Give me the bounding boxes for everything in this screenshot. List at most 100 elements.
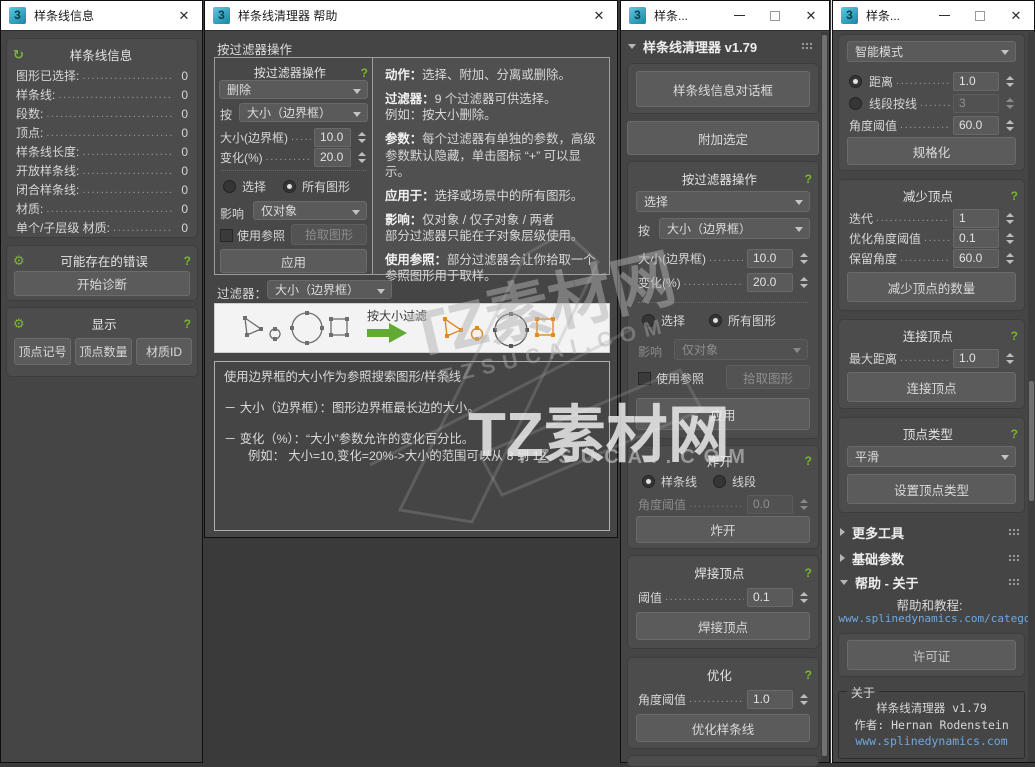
set-vertex-type-button[interactable]: 设置顶点类型 bbox=[847, 474, 1016, 504]
spinner[interactable] bbox=[1003, 249, 1016, 268]
threshold-field[interactable]: 0.1 bbox=[747, 588, 793, 607]
variation-field[interactable]: 20.0 bbox=[314, 148, 351, 167]
spinner[interactable] bbox=[1003, 349, 1016, 368]
segment-radio[interactable] bbox=[713, 475, 726, 488]
spinner[interactable] bbox=[1003, 229, 1016, 248]
variation-field[interactable]: 20.0 bbox=[747, 273, 793, 292]
selection-radio[interactable] bbox=[642, 314, 655, 327]
site-link[interactable]: www.splinedynamics.com bbox=[839, 734, 1024, 748]
help-icon[interactable]: ? bbox=[1011, 427, 1018, 441]
help-icon[interactable]: ? bbox=[1011, 329, 1018, 343]
keep-angle-field[interactable]: 60.0 bbox=[953, 249, 999, 268]
size-field[interactable]: 10.0 bbox=[314, 128, 351, 147]
filter-type-dropdown[interactable]: 大小（边界框） bbox=[659, 218, 810, 239]
spline-info-dialog-button[interactable]: 样条线信息对话框 bbox=[636, 71, 810, 107]
refresh-icon[interactable]: ↻ bbox=[13, 48, 24, 61]
all-shapes-radio[interactable] bbox=[283, 180, 296, 193]
size-field[interactable]: 10.0 bbox=[747, 249, 793, 268]
minimize-icon[interactable] bbox=[926, 1, 962, 30]
spinner[interactable] bbox=[797, 495, 810, 514]
connect-vertices-button[interactable]: 连接顶点 bbox=[847, 372, 1016, 402]
selection-radio[interactable] bbox=[223, 180, 236, 193]
help-icon[interactable]: ? bbox=[805, 172, 812, 186]
action-dropdown[interactable]: 选择 bbox=[636, 191, 810, 212]
drag-grip-icon[interactable] bbox=[1008, 554, 1019, 563]
optimize-splines-button[interactable]: 优化样条线 bbox=[636, 714, 810, 742]
rollout-spline-cleaner[interactable]: 样条线清理器 v1.79 bbox=[621, 35, 819, 57]
minimize-icon[interactable] bbox=[721, 1, 757, 30]
max-distance-field[interactable]: 1.0 bbox=[953, 349, 999, 368]
use-reference-checkbox[interactable] bbox=[638, 372, 651, 385]
scrollbar-thumb[interactable] bbox=[1029, 381, 1034, 501]
close-icon[interactable]: ✕ bbox=[166, 1, 202, 30]
apply-button[interactable]: 应用 bbox=[636, 398, 810, 430]
angle-field[interactable]: 1.0 bbox=[747, 690, 793, 709]
start-diagnose-button[interactable]: 开始诊断 bbox=[14, 271, 190, 296]
close-icon[interactable]: ✕ bbox=[793, 1, 829, 30]
by-label: 按 bbox=[220, 106, 232, 123]
drag-grip-icon[interactable] bbox=[1008, 528, 1019, 537]
drag-grip-icon[interactable] bbox=[1008, 578, 1019, 587]
distance-radio[interactable] bbox=[849, 75, 862, 88]
mode-dropdown[interactable]: 智能模式 bbox=[847, 41, 1016, 62]
angle-field[interactable]: 60.0 bbox=[953, 116, 999, 135]
spinner[interactable] bbox=[1003, 116, 1016, 135]
weld-vertices-button[interactable]: 焊接顶点 bbox=[636, 612, 810, 640]
help-icon[interactable]: ? bbox=[184, 254, 191, 268]
spline-radio[interactable] bbox=[642, 475, 655, 488]
opt-angle-field[interactable]: 0.1 bbox=[953, 229, 999, 248]
help-icon[interactable]: ? bbox=[1011, 189, 1018, 203]
explode-button[interactable]: 炸开 bbox=[636, 516, 810, 543]
spinner[interactable] bbox=[355, 148, 368, 167]
scrollbar[interactable] bbox=[1028, 32, 1035, 762]
spinner[interactable] bbox=[797, 273, 810, 292]
reduce-vertex-count-button[interactable]: 减少顶点的数量 bbox=[847, 272, 1016, 302]
vertex-ticks-button[interactable]: 顶点记号 bbox=[14, 338, 71, 365]
affect-dropdown[interactable]: 仅对象 bbox=[253, 201, 367, 220]
use-reference-checkbox[interactable] bbox=[220, 229, 233, 242]
gear-icon[interactable]: ⚙ bbox=[13, 254, 25, 267]
pick-shape-button[interactable]: 拾取图形 bbox=[291, 224, 367, 245]
help-icon[interactable]: ? bbox=[805, 454, 812, 468]
spinner[interactable] bbox=[797, 690, 810, 709]
help-icon[interactable]: ? bbox=[805, 668, 812, 682]
help-icon[interactable]: ? bbox=[184, 317, 191, 331]
action-dropdown[interactable]: 删除 bbox=[219, 80, 368, 99]
close-icon[interactable]: ✕ bbox=[998, 1, 1034, 30]
filter-dropdown[interactable]: 大小（边界框） bbox=[267, 280, 392, 299]
iterations-field[interactable]: 1 bbox=[953, 209, 999, 228]
rollout-basic-params[interactable]: 基础参数 bbox=[833, 547, 1026, 569]
close-icon[interactable]: ✕ bbox=[581, 1, 617, 30]
vertex-count-button[interactable]: 顶点数量 bbox=[75, 338, 132, 365]
filter-type-dropdown[interactable]: 大小（边界框） bbox=[239, 103, 368, 122]
affect-dropdown[interactable]: 仅对象 bbox=[674, 339, 808, 360]
spinner[interactable] bbox=[797, 588, 810, 607]
license-button[interactable]: 许可证 bbox=[847, 640, 1016, 670]
spinner[interactable] bbox=[1003, 72, 1016, 91]
segments-radio[interactable] bbox=[849, 97, 862, 110]
angle-field[interactable]: 0.0 bbox=[747, 495, 793, 514]
normalize-button[interactable]: 规格化 bbox=[847, 137, 1016, 165]
scrollbar-thumb[interactable] bbox=[822, 35, 827, 756]
gear-icon[interactable]: ⚙ bbox=[13, 317, 25, 330]
scrollbar[interactable] bbox=[821, 32, 828, 762]
vertex-type-dropdown[interactable]: 平滑 bbox=[847, 446, 1016, 467]
spinner[interactable] bbox=[1003, 94, 1016, 113]
drag-grip-icon[interactable] bbox=[801, 42, 812, 51]
material-id-button[interactable]: 材质ID bbox=[136, 338, 192, 365]
spinner[interactable] bbox=[797, 249, 810, 268]
maximize-icon[interactable] bbox=[757, 1, 793, 30]
distance-field[interactable]: 1.0 bbox=[953, 72, 999, 91]
spinner[interactable] bbox=[355, 128, 368, 147]
segments-field[interactable]: 3 bbox=[953, 94, 999, 113]
apply-button[interactable]: 应用 bbox=[220, 249, 367, 273]
help-icon[interactable]: ? bbox=[805, 566, 812, 580]
all-shapes-radio[interactable] bbox=[709, 314, 722, 327]
pick-shape-button[interactable]: 拾取图形 bbox=[726, 365, 810, 389]
rollout-help-about[interactable]: 帮助 - 关于 bbox=[833, 571, 1026, 593]
spinner[interactable] bbox=[1003, 209, 1016, 228]
help-link[interactable]: www.splinedynamics.com/catego bbox=[837, 612, 1032, 625]
rollout-more-tools[interactable]: 更多工具 bbox=[833, 521, 1026, 543]
maximize-icon[interactable] bbox=[962, 1, 998, 30]
attach-selected-button[interactable]: 附加选定 bbox=[627, 121, 819, 155]
